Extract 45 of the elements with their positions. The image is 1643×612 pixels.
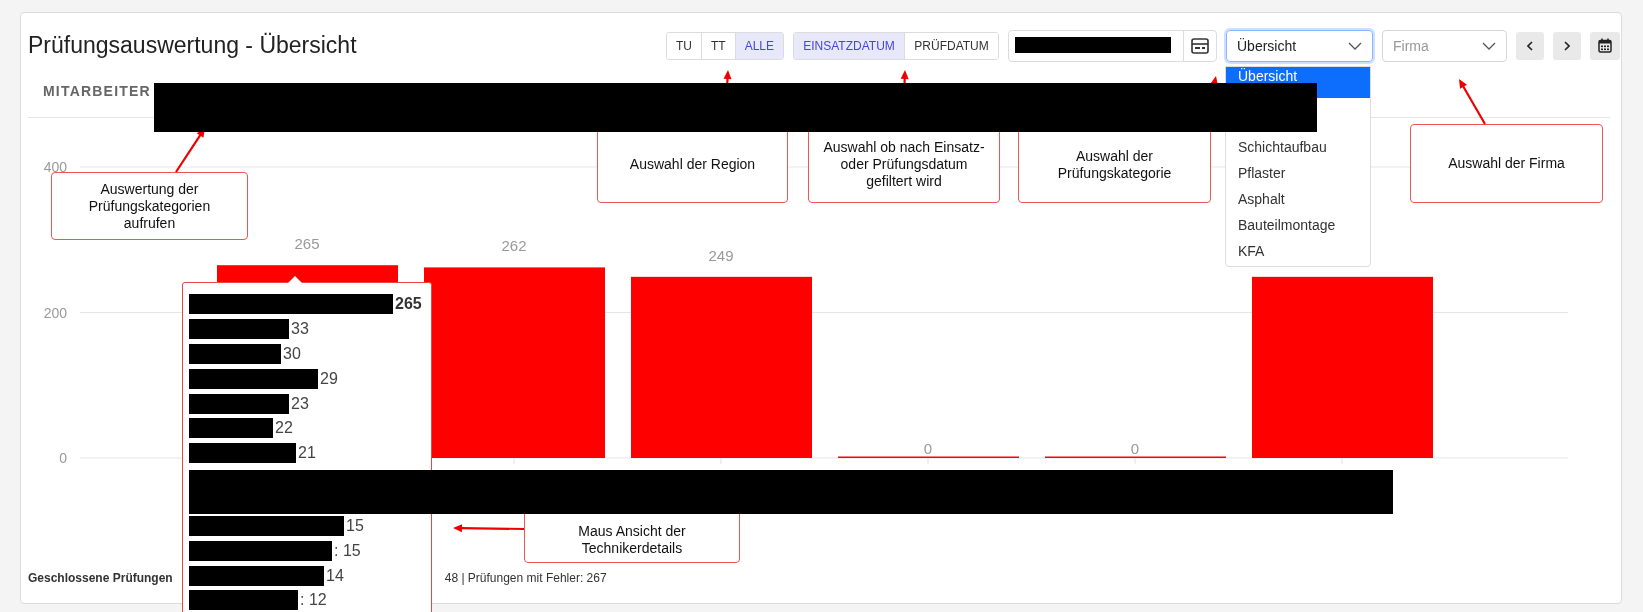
tooltip-value: 33 [291,320,309,339]
tooltip-value: 21 [298,444,316,463]
axis-label: 200 [43,304,67,321]
tooltip-value: : 12 [300,591,327,610]
tooltip-value: 14 [326,566,344,585]
value-label: 0 [923,440,933,457]
chevron-right-icon [1564,40,1570,51]
value-label: 0 [1130,440,1140,457]
next-button[interactable] [1553,31,1581,60]
date-mode-toggle[interactable]: EINSATZDATUM [794,32,906,59]
menu-item[interactable]: KFA [1226,238,1370,264]
calendar-button[interactable] [1590,31,1620,60]
previous-button[interactable] [1516,31,1544,60]
callout-arrow [453,524,524,533]
footer-summary: 48 | Prüfungen mit Fehler: 267 [444,570,607,586]
page-title: Prüfungsauswertung - Übersicht [28,32,357,59]
value-label: 249 [708,246,734,264]
tooltip-value: 29 [320,369,338,388]
chevron-left-icon [1527,40,1533,51]
value-label: 265 [294,235,320,253]
callout: Auswertung der Prüfungskategorien aufrufen [51,172,248,240]
tooltip-total: 265 [395,295,422,314]
menu-item[interactable]: Asphalt [1226,186,1370,212]
tooltip-value: 30 [283,345,301,363]
tab[interactable]: MITARBEITER [28,82,151,99]
calendar-icon [1598,38,1612,53]
axis-label: 0 [59,450,67,466]
calendar-card-icon [1191,37,1209,54]
chevron-down-icon [1348,41,1362,50]
menu-item[interactable]: Bauteilmontage [1226,212,1370,238]
tooltip-value: 22 [275,419,293,438]
category-select[interactable]: Übersicht [1226,29,1373,62]
axis-label: 400 [43,159,67,175]
tooltip-value: : 15 [334,541,361,560]
tooltip-value: 15 [346,516,364,535]
menu-item[interactable]: Pflaster [1226,160,1370,186]
menu-item[interactable]: Schichtaufbau [1226,134,1370,160]
callout-arrow [1459,79,1486,125]
footer-label: Geschlossene Prüfungen [28,570,173,586]
value-label: 262 [501,237,527,255]
callout: Auswahl der Firma [1410,124,1603,203]
region-toggle[interactable]: TU [667,32,702,59]
region-toggle[interactable]: ALLE [735,32,783,59]
chevron-down-icon [1482,41,1496,50]
tooltip-value: 23 [291,394,309,413]
